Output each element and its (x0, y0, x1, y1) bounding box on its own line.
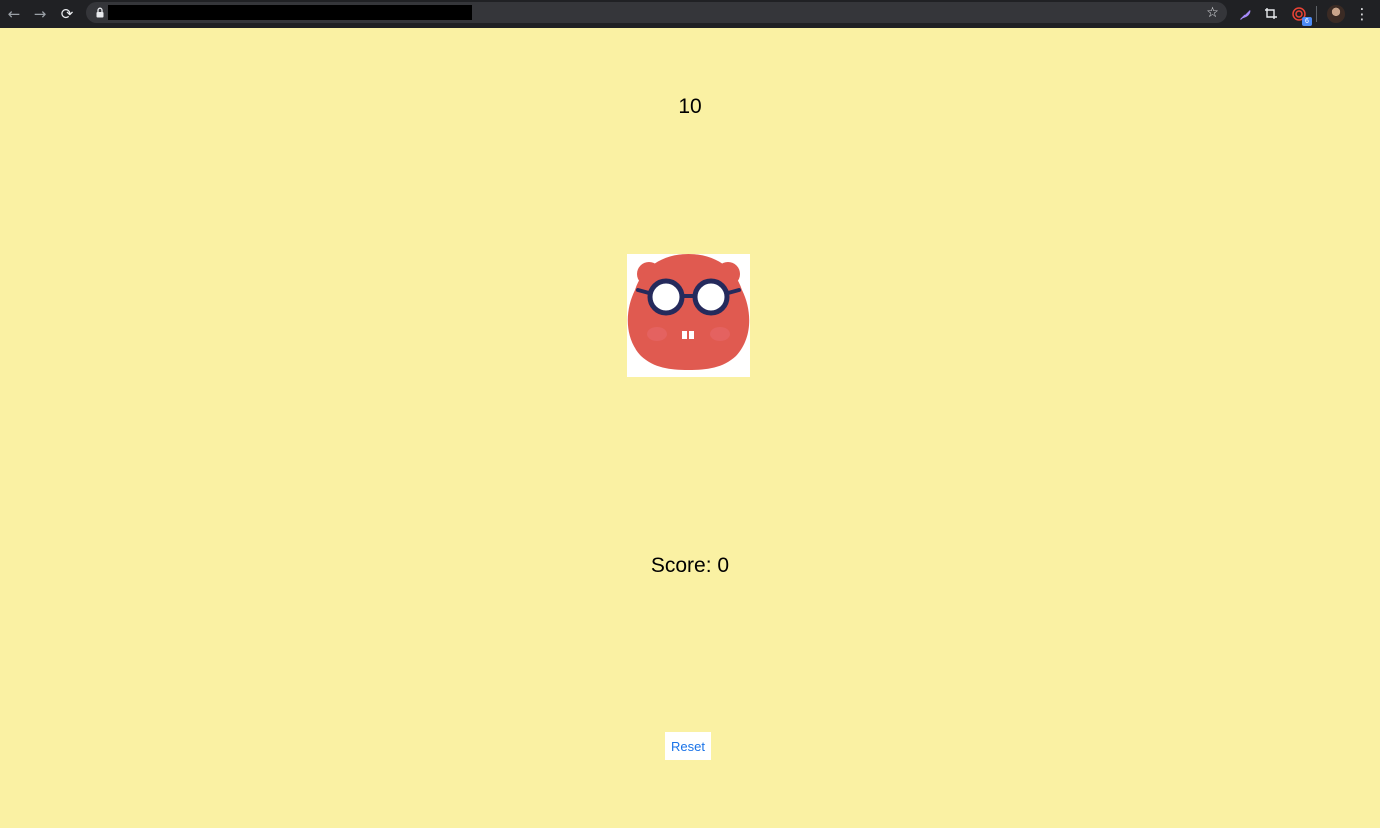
extension-badge: 6 (1302, 17, 1312, 26)
reset-button[interactable]: Reset (665, 732, 711, 760)
toolbar-divider (1316, 6, 1317, 22)
mole-icon (627, 254, 750, 370)
back-arrow-icon[interactable]: ← (4, 4, 24, 24)
url-text-redacted[interactable] (108, 5, 472, 20)
forward-arrow-icon[interactable]: → (30, 4, 50, 24)
address-bar[interactable]: ☆ (86, 2, 1227, 23)
feather-extension-icon[interactable] (1236, 4, 1256, 24)
mole-target[interactable] (627, 254, 750, 377)
profile-avatar[interactable] (1327, 5, 1345, 23)
crop-icon (1265, 8, 1277, 19)
score-value: 0 (717, 554, 730, 577)
game-page: 10 Score: 0 Reset (0, 28, 1380, 828)
feather-icon (1240, 10, 1251, 20)
browser-toolbar: ← → ⟳ ☆ 6 ⋮ (0, 0, 1380, 28)
score-display: Score: 0 (0, 554, 1380, 578)
score-label: Score: (650, 554, 712, 577)
countdown-timer: 10 (678, 95, 702, 118)
target-extension-icon[interactable]: 6 (1289, 4, 1312, 26)
bookmark-star-icon[interactable]: ☆ (1202, 2, 1223, 23)
reload-icon[interactable]: ⟳ (57, 4, 77, 24)
menu-kebab-icon[interactable]: ⋮ (1352, 4, 1372, 24)
lock-icon (96, 7, 104, 18)
crop-extension-icon[interactable] (1261, 4, 1281, 24)
